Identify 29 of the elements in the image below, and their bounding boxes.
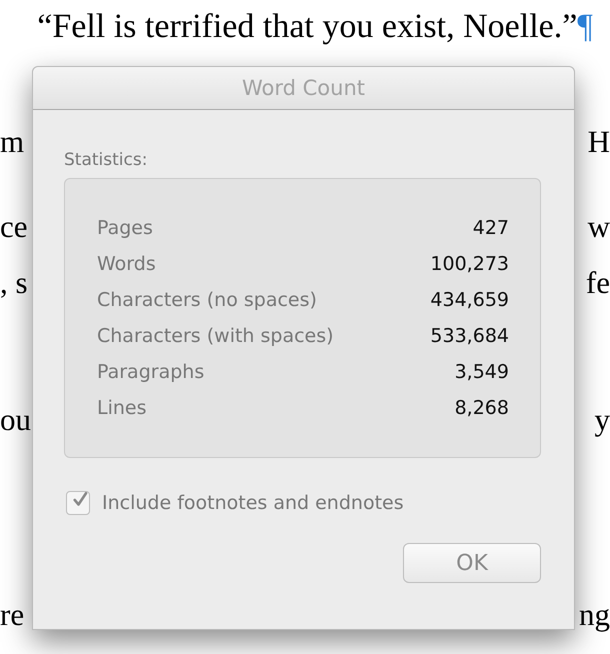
stat-label: Characters (with spaces) [97, 325, 334, 349]
stat-label: Lines [97, 397, 146, 421]
section-label: Statistics: [64, 150, 148, 170]
paragraph-mark: ¶ [577, 8, 593, 46]
stat-label: Paragraphs [97, 361, 204, 385]
document-text: y [594, 401, 610, 439]
document-text: re [0, 596, 24, 634]
stat-value: 427 [472, 217, 509, 241]
stat-value: 3,549 [454, 361, 509, 385]
stat-label: Pages [97, 217, 153, 241]
checkbox-label[interactable]: Include footnotes and endnotes [102, 492, 404, 514]
stat-label: Words [97, 253, 156, 277]
document-text: w [588, 208, 610, 246]
stat-value: 533,684 [430, 325, 509, 349]
document-text: , s [0, 264, 28, 302]
stat-value: 8,268 [454, 397, 509, 421]
window-title: Word Count [242, 76, 366, 100]
document-text: “Fell is terrified that you exist, Noelle.” [37, 8, 578, 46]
document-text: ng [579, 596, 610, 634]
ok-button[interactable]: OK [403, 543, 541, 583]
document-text: m [0, 123, 24, 161]
stat-value: 434,659 [430, 289, 509, 313]
stat-label: Characters (no spaces) [97, 289, 317, 313]
document-text: ce [0, 208, 28, 246]
stat-value: 100,273 [430, 253, 509, 277]
document-text: ou [0, 401, 31, 439]
document-text: H [588, 123, 610, 161]
checkbox[interactable] [66, 491, 90, 515]
document-text: fe [586, 264, 610, 302]
